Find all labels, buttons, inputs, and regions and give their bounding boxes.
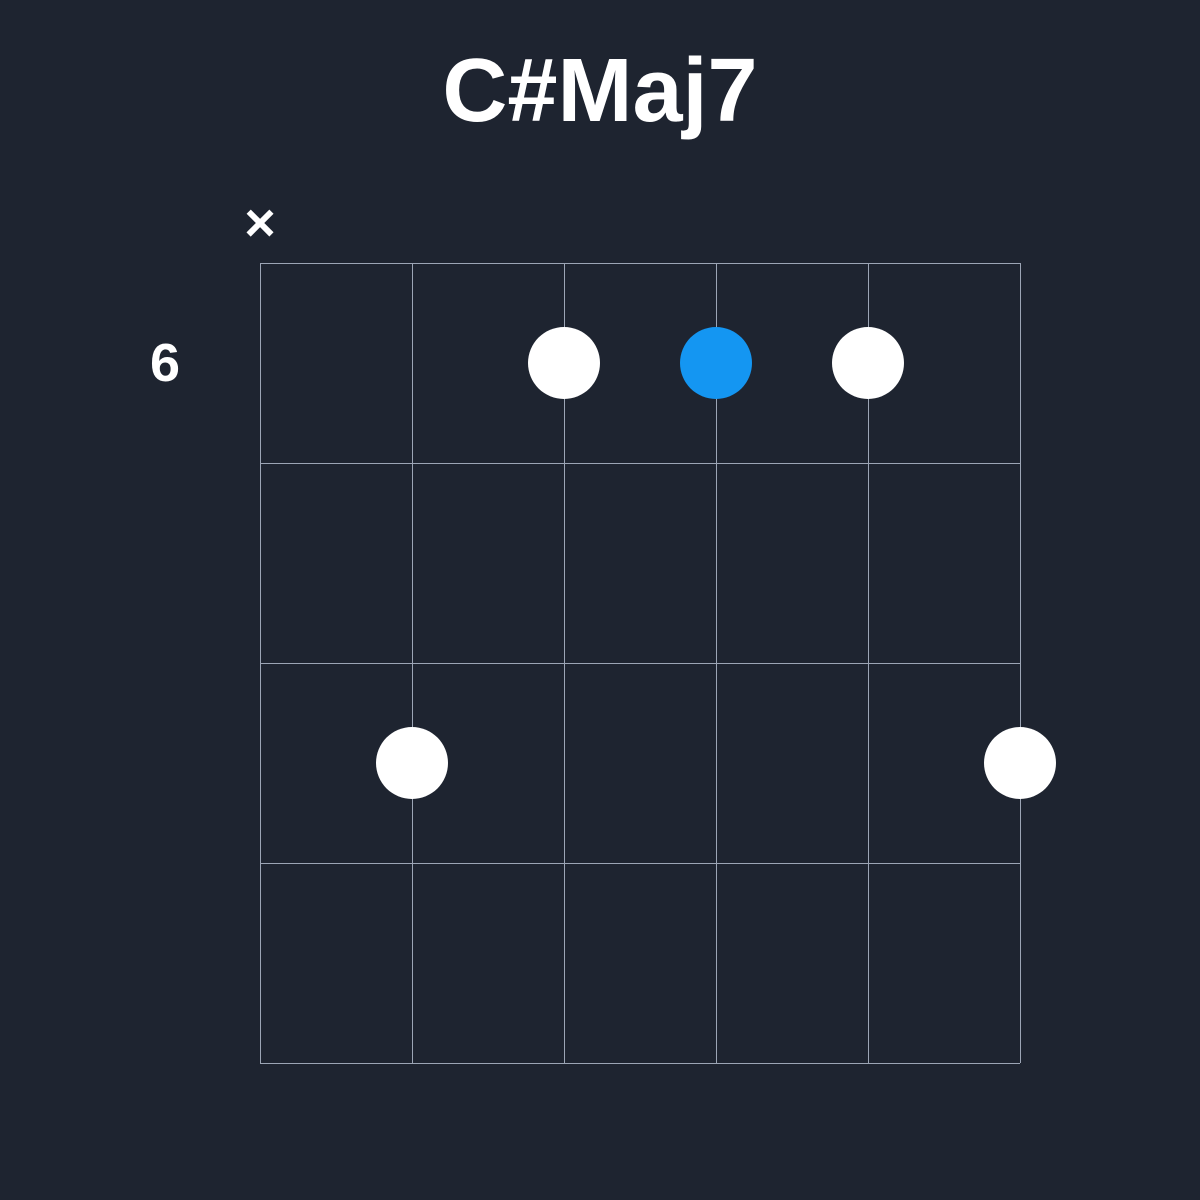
chord-name: C#Maj7 bbox=[442, 40, 757, 143]
fret-line bbox=[260, 863, 1020, 864]
fret-line bbox=[260, 663, 1020, 664]
fretboard-grid bbox=[260, 263, 1020, 1063]
chord-diagram: ×6 bbox=[150, 193, 1050, 1093]
fret-line bbox=[260, 463, 1020, 464]
starting-fret-label: 6 bbox=[150, 332, 180, 394]
mute-icon: × bbox=[244, 196, 276, 250]
finger-dot bbox=[376, 727, 448, 799]
finger-dot bbox=[832, 327, 904, 399]
string-line bbox=[1020, 263, 1021, 1063]
fret-line bbox=[260, 263, 1020, 264]
fret-line bbox=[260, 1063, 1020, 1064]
finger-dot bbox=[984, 727, 1056, 799]
root-note-dot bbox=[680, 327, 752, 399]
finger-dot bbox=[528, 327, 600, 399]
